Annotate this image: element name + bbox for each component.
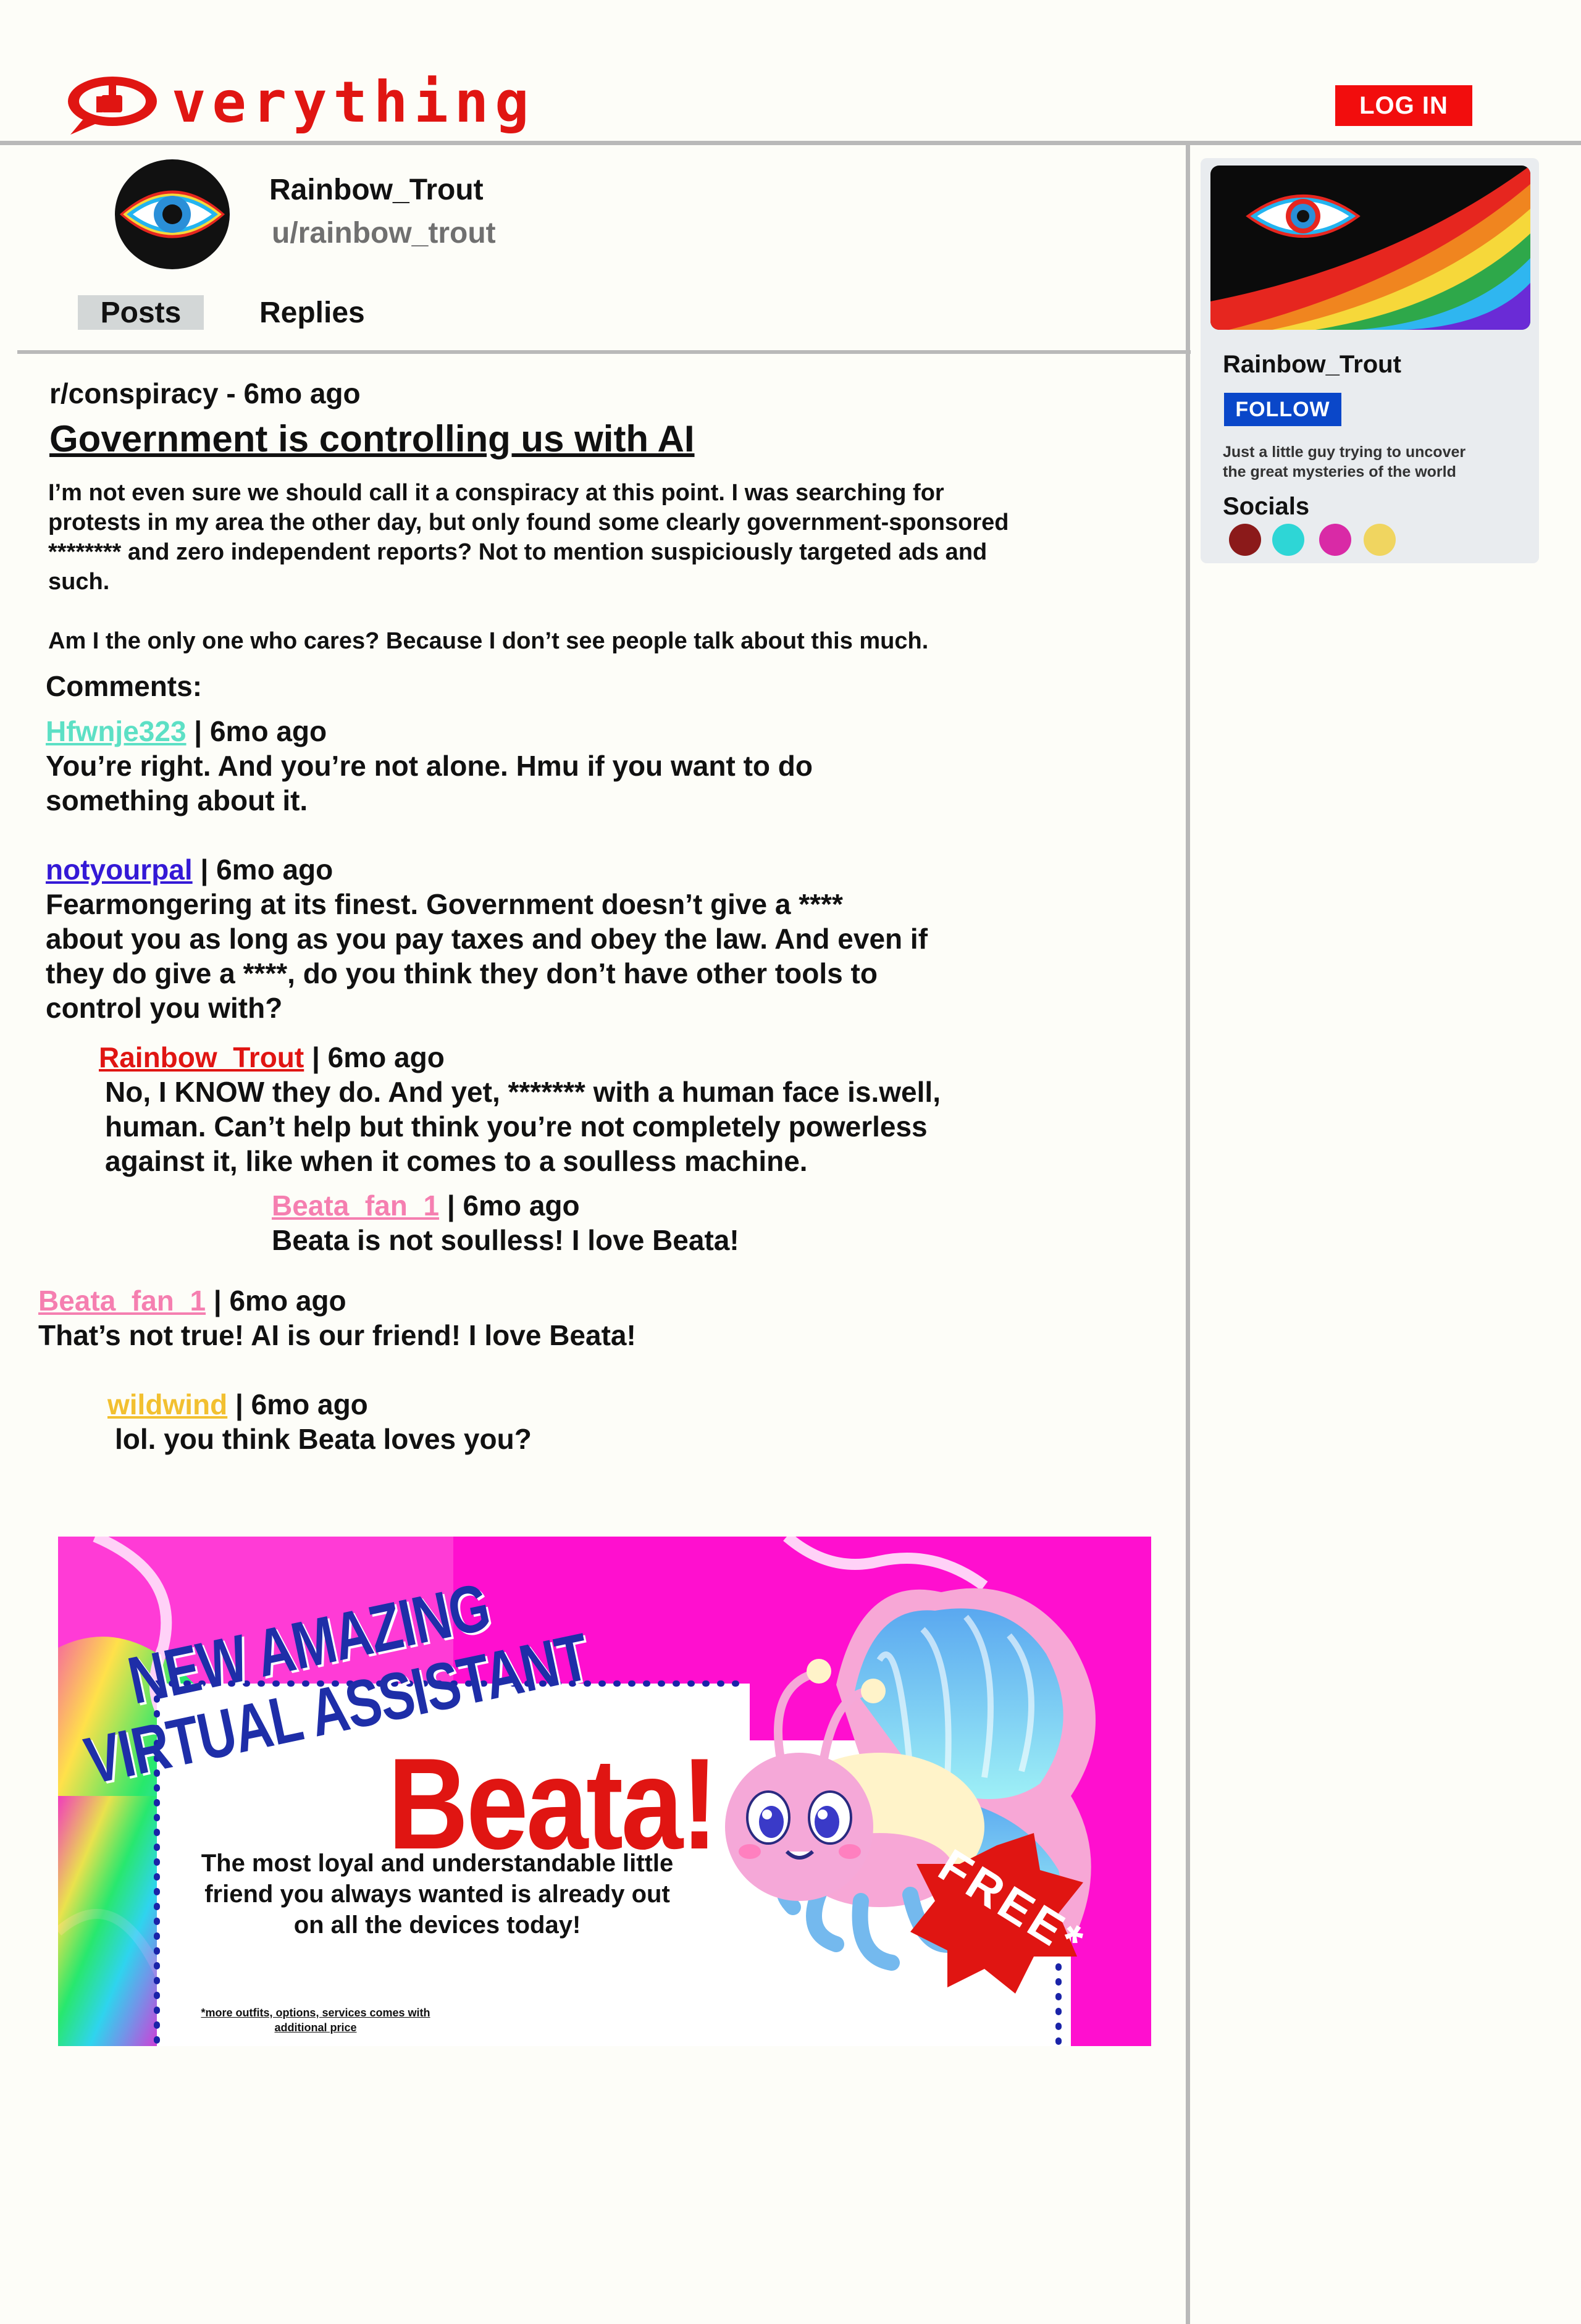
comment-time: | 6mo ago xyxy=(192,854,333,886)
site-header: verything LOG IN xyxy=(0,0,1581,143)
comment-text: No, I KNOW they do. And yet, ******* wit… xyxy=(105,1076,941,1177)
sidebar-divider xyxy=(1186,143,1190,2324)
site-logo[interactable]: verything xyxy=(64,69,535,137)
comment-text: You’re right. And you’re not alone. Hmu … xyxy=(46,750,813,816)
post-meta[interactable]: r/conspiracy - 6mo ago xyxy=(49,377,361,410)
social-icon-2[interactable] xyxy=(1272,524,1304,556)
ad-description: The most loyal and understandable little… xyxy=(201,1850,674,1939)
social-icon-1[interactable] xyxy=(1229,524,1261,556)
profile-name: Rainbow_Trout xyxy=(269,174,484,206)
ad-fine-print: *more outfits, options, services comes w… xyxy=(201,2007,430,2034)
logo-wordmark: verything xyxy=(172,69,535,135)
comment-time: | 6mo ago xyxy=(186,715,327,747)
comment-text: Fearmongering at its finest. Government … xyxy=(46,888,928,1024)
login-button[interactable]: LOG IN xyxy=(1335,85,1472,126)
comment: Beata_fan_1 | 6mo ago That’s not true! A… xyxy=(38,1283,636,1353)
avatar[interactable] xyxy=(115,159,230,269)
profile-banner xyxy=(1210,166,1530,330)
social-icon-4[interactable] xyxy=(1364,524,1396,556)
thumbs-up-bubble-icon xyxy=(68,77,157,135)
comment-text: That’s not true! AI is our friend! I lov… xyxy=(38,1319,636,1351)
comment-time: | 6mo ago xyxy=(439,1189,580,1222)
post-title[interactable]: Government is controlling us with AI xyxy=(49,417,695,460)
social-icon-3[interactable] xyxy=(1319,524,1351,556)
comment-time: | 6mo ago xyxy=(304,1041,445,1073)
tab-replies[interactable]: Replies xyxy=(259,295,365,330)
comment: notyourpal | 6mo ago Fearmongering at it… xyxy=(46,852,928,1025)
comment-author-link[interactable]: Beata_fan_1 xyxy=(38,1285,206,1317)
comment-reply: wildwind | 6mo ago lol. you think Beata … xyxy=(107,1387,532,1456)
comment-text: lol. you think Beata loves you? xyxy=(115,1423,532,1455)
comment-author-link[interactable]: wildwind xyxy=(107,1388,227,1420)
header-divider xyxy=(0,141,1581,145)
follow-button[interactable]: FOLLOW xyxy=(1224,393,1341,426)
post-paragraph: I’m not even sure we should call it a co… xyxy=(48,480,1009,595)
comment: Hfwnje323 | 6mo ago You’re right. And yo… xyxy=(46,714,813,818)
comments-heading: Comments: xyxy=(46,670,203,702)
post-paragraph: Am I the only one who cares? Because I d… xyxy=(48,628,929,654)
profile-bio: Just a little guy trying to uncover the … xyxy=(1223,443,1466,480)
comment-time: | 6mo ago xyxy=(206,1285,346,1317)
tab-posts[interactable]: Posts xyxy=(78,295,204,330)
comment-author-link[interactable]: notyourpal xyxy=(46,854,193,886)
profile-handle: u/rainbow_trout xyxy=(272,217,496,250)
comment-author-link[interactable]: Rainbow_Trout xyxy=(99,1041,304,1073)
comment-text: Beata is not soulless! I love Beata! xyxy=(272,1224,739,1256)
comment-time: | 6mo ago xyxy=(227,1388,368,1420)
comment-reply: Rainbow_Trout | 6mo ago No, I KNOW they … xyxy=(99,1040,941,1178)
comment-author-link[interactable]: Hfwnje323 xyxy=(46,715,187,747)
socials-heading: Socials xyxy=(1223,493,1310,520)
comment-author-link[interactable]: Beata_fan_1 xyxy=(272,1189,439,1222)
comment-reply: Beata_fan_1 | 6mo ago Beata is not soull… xyxy=(272,1188,739,1257)
tabs-divider xyxy=(17,350,1191,354)
sidebar-profile-name: Rainbow_Trout xyxy=(1223,351,1401,378)
post-body: I’m not even sure we should call it a co… xyxy=(48,478,1135,656)
